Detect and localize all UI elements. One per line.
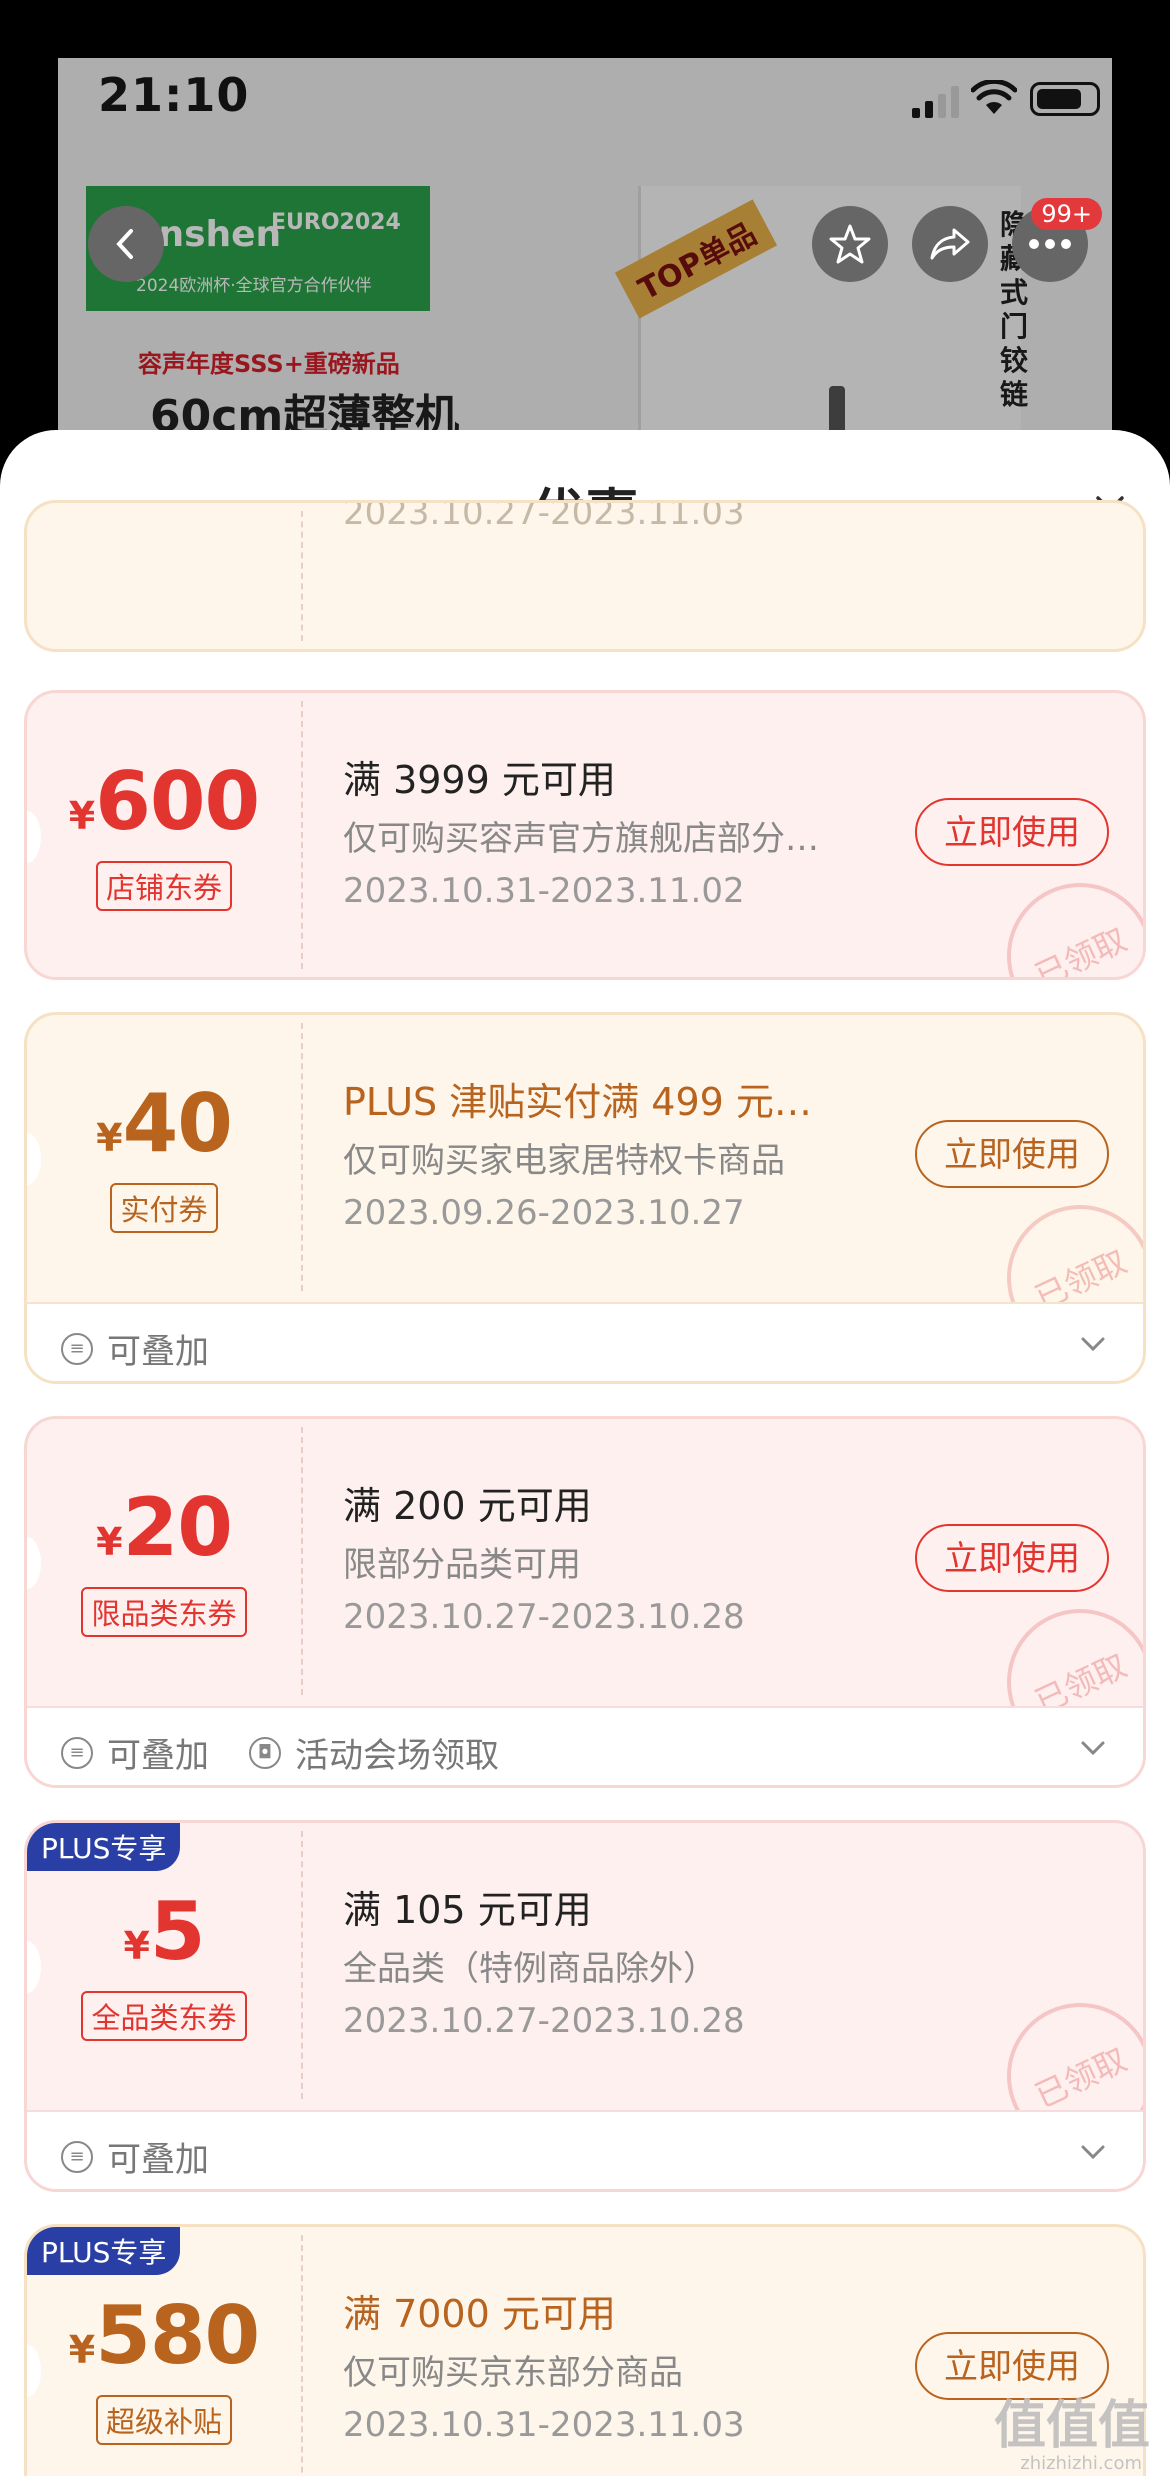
use-now-button[interactable]: 立即使用 bbox=[915, 1524, 1109, 1592]
site-watermark-url: zhizhizhi.com bbox=[1020, 2453, 1142, 2474]
battery-icon bbox=[1030, 82, 1100, 116]
card-divider bbox=[301, 1831, 303, 2099]
coupon-threshold: 满 3999 元可用 bbox=[343, 758, 616, 802]
coupon-card: ¥20 限品类东券 满 200 元可用 限部分品类可用 2023.10.27-2… bbox=[24, 1416, 1146, 1788]
stack-icon: ≡ bbox=[61, 1736, 93, 1769]
plus-exclusive-tag: PLUS专享 bbox=[27, 1823, 181, 1871]
coupon-type-tag: 限品类东券 bbox=[27, 1587, 301, 1637]
coupon-type-tag: 店铺东券 bbox=[27, 861, 301, 911]
venue-label: ◘ 活动会场领取 bbox=[249, 1728, 499, 1777]
coupon-scope: 仅可购买容声官方旗舰店部分… bbox=[343, 819, 819, 859]
stackable-label: ≡ 可叠加 bbox=[61, 1728, 209, 1777]
status-time: 21:10 bbox=[98, 68, 250, 122]
chevron-left-icon bbox=[116, 229, 133, 259]
site-watermark: 值值值 bbox=[993, 2396, 1150, 2456]
coupon-amount: ¥580 bbox=[68, 2289, 260, 2382]
signal-icon bbox=[912, 86, 959, 118]
stack-icon: ≡ bbox=[61, 1332, 93, 1365]
coupon-threshold: 满 105 元可用 bbox=[343, 1888, 592, 1932]
coupon-date: 2023.10.31-2023.11.02 bbox=[343, 871, 745, 911]
coupon-scope: 全品类（特例商品除外） bbox=[343, 1949, 717, 1989]
favorite-button[interactable] bbox=[812, 206, 888, 282]
coupon-footer[interactable]: ≡ 可叠加 bbox=[27, 2110, 1143, 2189]
claimed-stamp: 已领取 bbox=[982, 858, 1143, 977]
coupon-type-tag: 全品类东券 bbox=[27, 1991, 301, 2041]
coupon-threshold: PLUS 津贴实付满 499 元… bbox=[343, 1080, 812, 1124]
coupon-threshold: 满 7000 元可用 bbox=[343, 2292, 616, 2336]
coupon-scope: 仅可购买京东部分商品 bbox=[343, 2353, 683, 2393]
status-bar: 21:10 bbox=[58, 58, 1112, 148]
card-divider bbox=[301, 1023, 303, 1291]
coupon-date: 2023.10.27-2023.10.28 bbox=[343, 1597, 745, 1637]
coupon-type-tag: 实付券 bbox=[27, 1183, 301, 1233]
card-divider bbox=[301, 511, 303, 641]
coupon-card: ¥600 店铺东券 满 3999 元可用 仅可购买容声官方旗舰店部分… 2023… bbox=[24, 690, 1146, 980]
coupon-card: PLUS专享 ¥580 超级补贴 满 7000 元可用 仅可购买京东部分商品 2… bbox=[24, 2224, 1146, 2476]
back-button[interactable] bbox=[88, 206, 164, 282]
stack-icon: ≡ bbox=[61, 2140, 93, 2173]
coupon-date: 2023.10.27-2023.11.03 bbox=[343, 500, 745, 533]
chevron-down-icon[interactable] bbox=[1077, 1328, 1109, 1360]
star-icon bbox=[829, 224, 871, 264]
plus-exclusive-tag: PLUS专享 bbox=[27, 2227, 181, 2275]
wifi-icon bbox=[971, 80, 1017, 114]
coupon-date: 2023.10.27-2023.10.28 bbox=[343, 2001, 745, 2041]
coupon-card: ¥40 实付券 PLUS 津贴实付满 499 元… 仅可购买家电家居特权卡商品 … bbox=[24, 1012, 1146, 1384]
more-dots-icon bbox=[1029, 239, 1071, 249]
coupon-sheet: 优惠 2023.10.27-2023.11.03 ¥600 店铺东券 满 399… bbox=[0, 430, 1170, 2476]
coupon-type-tag: 超级补贴 bbox=[27, 2395, 301, 2445]
coupon-date: 2023.10.31-2023.11.03 bbox=[343, 2405, 745, 2445]
use-now-button[interactable]: 立即使用 bbox=[915, 1120, 1109, 1188]
card-divider bbox=[301, 701, 303, 969]
coupon-footer[interactable]: ≡ 可叠加 ◘ 活动会场领取 bbox=[27, 1706, 1143, 1785]
card-divider bbox=[301, 1427, 303, 1695]
card-divider bbox=[301, 2235, 303, 2476]
coupon-amount: ¥20 bbox=[96, 1481, 233, 1574]
chevron-down-icon[interactable] bbox=[1077, 1732, 1109, 1764]
use-now-button[interactable]: 立即使用 bbox=[915, 798, 1109, 866]
coupon-card-partial: 2023.10.27-2023.11.03 bbox=[24, 500, 1146, 652]
coupon-amount: ¥600 bbox=[68, 755, 260, 848]
stackable-label: ≡ 可叠加 bbox=[61, 2132, 209, 2181]
chevron-down-icon[interactable] bbox=[1077, 2136, 1109, 2168]
coupon-scope: 仅可购买家电家居特权卡商品 bbox=[343, 1141, 785, 1181]
coupon-amount: ¥40 bbox=[96, 1077, 233, 1170]
coupon-card: PLUS专享 ¥5 全品类东券 满 105 元可用 全品类（特例商品除外） 20… bbox=[24, 1820, 1146, 2192]
coupon-date: 2023.09.26-2023.10.27 bbox=[343, 1193, 745, 1233]
more-badge: 99+ bbox=[1031, 198, 1102, 230]
coupon-amount: ¥5 bbox=[123, 1885, 205, 1978]
share-icon bbox=[930, 228, 970, 260]
venue-icon: ◘ bbox=[249, 1736, 281, 1769]
coupon-threshold: 满 200 元可用 bbox=[343, 1484, 592, 1528]
share-button[interactable] bbox=[912, 206, 988, 282]
coupon-scope: 限部分品类可用 bbox=[343, 1545, 581, 1585]
stackable-label: ≡ 可叠加 bbox=[61, 1324, 209, 1373]
coupon-footer[interactable]: ≡ 可叠加 bbox=[27, 1302, 1143, 1381]
